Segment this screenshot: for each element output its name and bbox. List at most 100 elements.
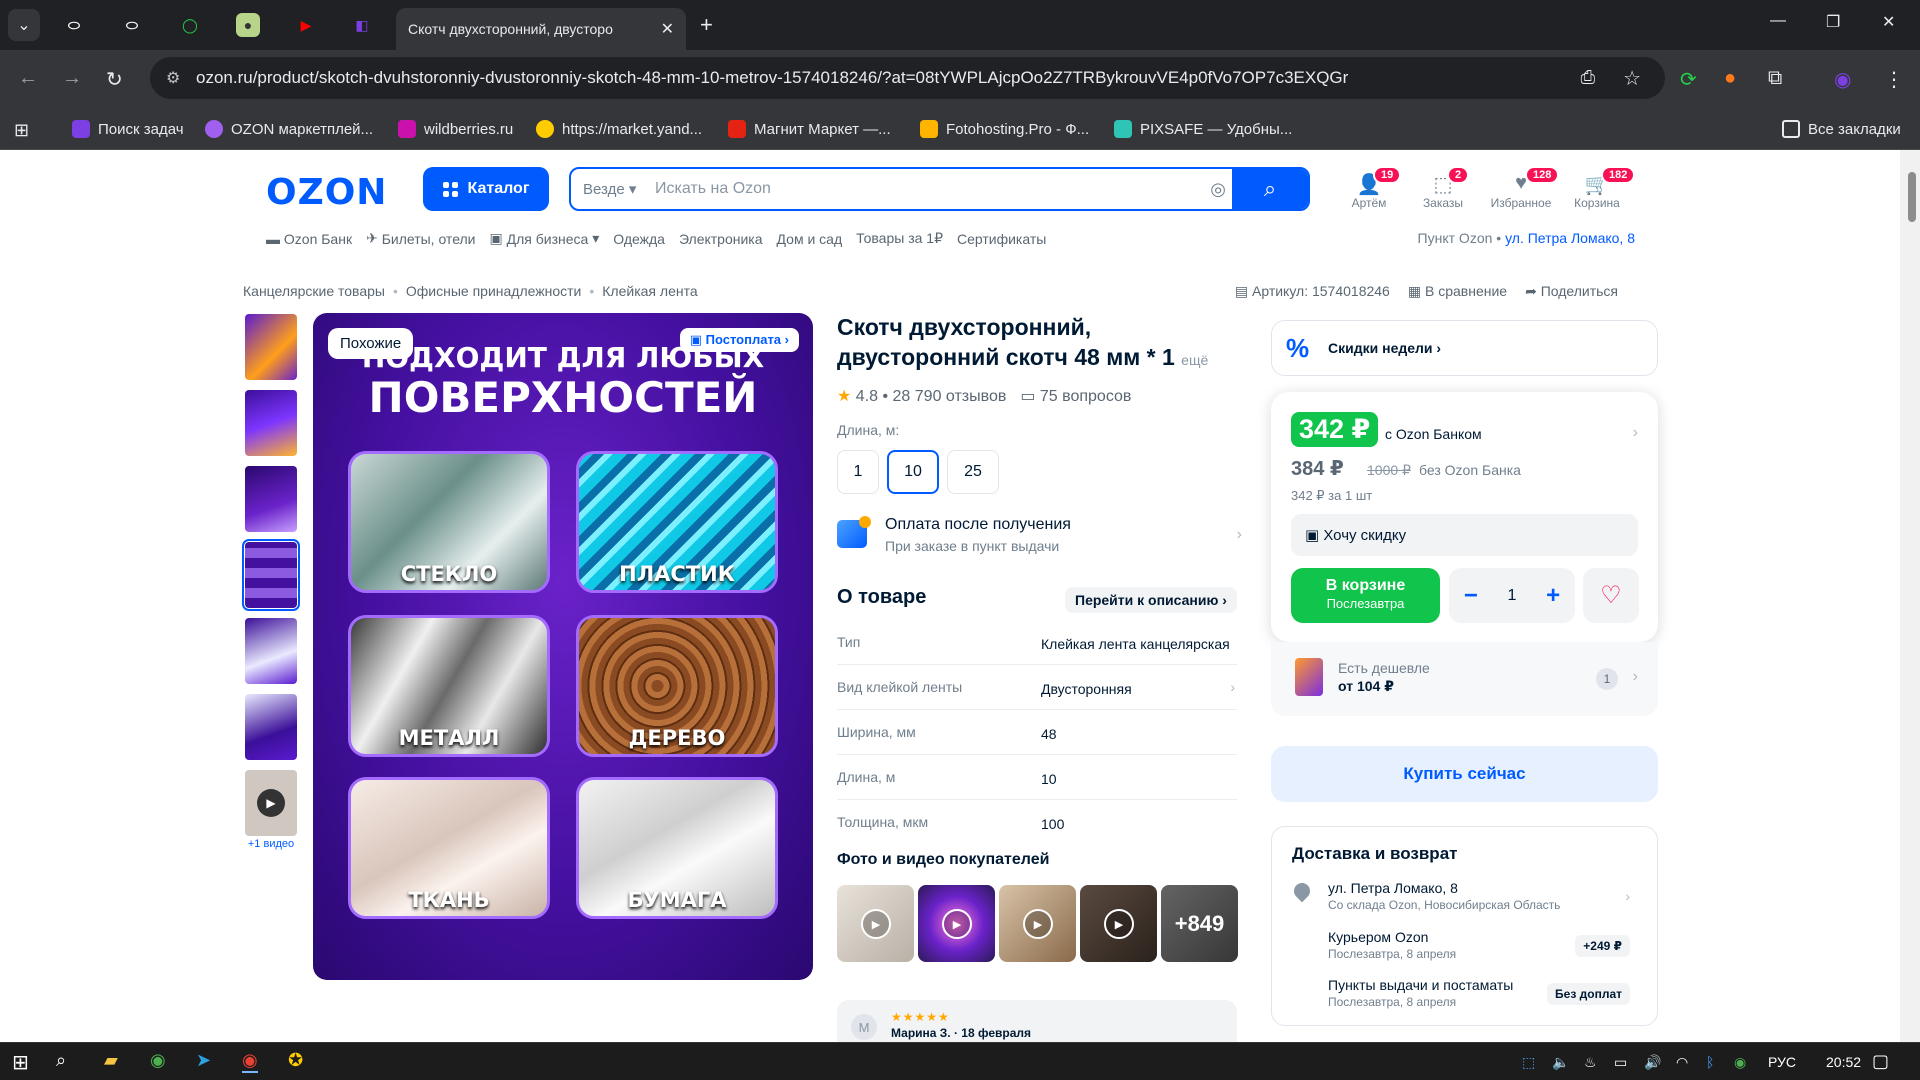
more-photos[interactable]: +849 bbox=[1161, 885, 1238, 962]
questions-link[interactable]: ▭ 75 вопросов bbox=[1020, 386, 1131, 406]
thumbnail[interactable] bbox=[245, 694, 297, 760]
header-orders[interactable]: ⬚ 2 Заказы bbox=[1403, 166, 1483, 210]
length-option[interactable]: 1 bbox=[837, 450, 879, 494]
telegram-icon[interactable]: ➤ bbox=[196, 1050, 211, 1071]
site-info-icon[interactable]: ⚙ bbox=[166, 68, 180, 88]
tray-app-icon[interactable]: ⬚ bbox=[1522, 1054, 1535, 1071]
tray-bluetooth-icon[interactable]: ᛒ bbox=[1706, 1054, 1714, 1070]
favorite-button[interactable]: ♡ bbox=[1583, 568, 1639, 623]
extension-2-icon[interactable]: ● bbox=[1724, 67, 1736, 90]
tray-volume-icon[interactable]: 🔊 bbox=[1644, 1054, 1661, 1071]
install-app-icon[interactable]: ⎙ bbox=[1581, 67, 1595, 88]
delivery-address[interactable]: ул. Петра Ломако, 8 Со склада Ozon, Новос… bbox=[1328, 880, 1638, 912]
share-button[interactable]: ➦ Поделиться bbox=[1525, 283, 1618, 300]
pinned-tab-3[interactable]: ◯ bbox=[178, 13, 202, 37]
reload-icon[interactable]: ↻ bbox=[106, 67, 123, 92]
spec-row[interactable]: Вид клейкой ленты Двусторонняя › bbox=[837, 665, 1237, 710]
page-scrollbar[interactable] bbox=[1900, 150, 1920, 1042]
clock[interactable]: 20:52 bbox=[1826, 1054, 1861, 1070]
article-number[interactable]: ▤ Артикул: 1574018246 bbox=[1235, 283, 1390, 300]
language-indicator[interactable]: РУС bbox=[1768, 1054, 1796, 1070]
subnav-home[interactable]: Дом и сад bbox=[777, 230, 843, 247]
thumbnail[interactable] bbox=[245, 390, 297, 456]
bookmark-3[interactable]: https://market.yand... bbox=[536, 120, 702, 138]
subnav-business[interactable]: ▣ Для бизнеса ▾ bbox=[490, 230, 600, 247]
breadcrumb-item[interactable]: Офисные принадлежности bbox=[406, 283, 582, 299]
subnav-ozon-bank[interactable]: ▬ Ozon Банк bbox=[266, 230, 352, 247]
pinned-tab-1[interactable]: ⬭ bbox=[62, 13, 86, 37]
back-icon[interactable]: ← bbox=[18, 67, 38, 90]
tray-steam-icon[interactable]: ♨ bbox=[1584, 1054, 1597, 1071]
main-product-image[interactable]: ПОДХОДИТ ДЛЯ ЛЮБЫХ ПОВЕРХНОСТЕЙ Похожие … bbox=[313, 313, 813, 980]
tray-wifi-icon[interactable]: ◠ bbox=[1676, 1054, 1688, 1071]
subnav-clothes[interactable]: Одежда bbox=[613, 230, 665, 247]
want-discount-button[interactable]: ▣ Хочу скидку bbox=[1291, 514, 1638, 556]
search-icon[interactable]: ⌕ bbox=[56, 1050, 66, 1071]
week-discounts[interactable]: % Скидки недели › bbox=[1271, 320, 1658, 376]
length-option[interactable]: 25 bbox=[947, 450, 999, 494]
search-scope-dropdown[interactable]: Везде ▾ bbox=[571, 169, 646, 209]
ozon-logo[interactable]: OZON bbox=[266, 172, 387, 213]
close-tab-icon[interactable]: ✕ bbox=[661, 19, 674, 39]
more-video-link[interactable]: +1 видео bbox=[243, 838, 299, 850]
all-bookmarks[interactable]: Все закладки bbox=[1782, 120, 1901, 138]
tray-speaker-icon[interactable]: 🔈 bbox=[1552, 1054, 1569, 1071]
url-field[interactable]: ⚙ ozon.ru/product/skotch-dvuhstoronniy-d… bbox=[150, 57, 1665, 99]
bookmark-4[interactable]: Магнит Маркет —... bbox=[728, 120, 891, 138]
breadcrumb-item[interactable]: Канцелярские товары bbox=[243, 283, 385, 299]
search-button[interactable]: ⌕ bbox=[1232, 169, 1308, 209]
tab-search-button[interactable]: ⌄ bbox=[8, 9, 40, 41]
bookmark-5[interactable]: Fotohosting.Pro - Ф... bbox=[920, 120, 1089, 138]
catalog-button[interactable]: Каталог bbox=[423, 167, 549, 211]
pinned-tab-6[interactable]: ◧ bbox=[350, 13, 374, 37]
pinned-tab-youtube[interactable]: ▶ bbox=[294, 13, 318, 37]
search-input[interactable]: Искать на Ozon bbox=[655, 180, 771, 198]
delivery-pickup-points[interactable]: Пункты выдачи и постаматы Послезавтра, 8 … bbox=[1328, 977, 1638, 1009]
customer-video[interactable]: ▶ bbox=[837, 885, 914, 962]
minus-button[interactable]: − bbox=[1464, 582, 1478, 610]
tray-battery-icon[interactable]: ▭ bbox=[1614, 1054, 1627, 1071]
delivery-courier[interactable]: Курьером Ozon Послезавтра, 8 апреля +249 ₽ bbox=[1328, 929, 1638, 961]
apps-grid-icon[interactable]: ⊞ bbox=[14, 120, 29, 141]
compare-button[interactable]: ▦ В сравнение bbox=[1408, 283, 1507, 300]
close-window-button[interactable]: ✕ bbox=[1882, 12, 1895, 32]
breadcrumb-item[interactable]: Клейкая лента bbox=[602, 283, 697, 299]
thumbnail-selected[interactable] bbox=[242, 539, 300, 611]
bookmark-1[interactable]: OZON маркетплей... bbox=[205, 120, 373, 138]
new-tab-button[interactable]: + bbox=[700, 12, 713, 38]
header-profile[interactable]: 👤 19 Артём bbox=[1329, 166, 1409, 210]
subnav-electronics[interactable]: Электроника bbox=[679, 230, 763, 247]
app-icon[interactable]: ✪ bbox=[288, 1050, 303, 1071]
camera-search-icon[interactable]: ◎ bbox=[1210, 179, 1226, 200]
header-cart[interactable]: 🛒 182 Корзина bbox=[1557, 166, 1637, 210]
active-tab[interactable]: Скотч двухсторонний, двусторо ✕ bbox=[396, 8, 726, 202]
windows-start-icon[interactable]: ⊞ bbox=[12, 1050, 29, 1075]
pinned-tab-2[interactable]: ⬭ bbox=[120, 13, 144, 37]
length-option-selected[interactable]: 10 bbox=[887, 450, 939, 494]
thumbnail[interactable] bbox=[245, 466, 297, 532]
subnav-tickets[interactable]: ✈ Билеты, отели bbox=[366, 230, 475, 247]
postpay-badge[interactable]: ▣ Постоплата › bbox=[679, 328, 799, 352]
thumbnail[interactable] bbox=[245, 618, 297, 684]
forward-icon[interactable]: → bbox=[62, 67, 82, 90]
thumbnail[interactable] bbox=[245, 314, 297, 380]
subnav-certificates[interactable]: Сертификаты bbox=[957, 230, 1046, 247]
bookmark-0[interactable]: Поиск задач bbox=[72, 120, 184, 138]
file-explorer-icon[interactable]: ▰ bbox=[104, 1050, 118, 1071]
cheaper-offers[interactable]: Есть дешевле от 104 ₽ 1 › bbox=[1271, 642, 1658, 716]
restore-button[interactable]: ❐ bbox=[1826, 12, 1840, 32]
pickup-point[interactable]: Пункт Ozon • ул. Петра Ломако, 8 bbox=[1418, 230, 1635, 246]
video-thumbnail[interactable]: ▶ bbox=[245, 770, 297, 836]
customer-video[interactable]: ▶ bbox=[918, 885, 995, 962]
in-cart-button[interactable]: В корзине Послезавтра bbox=[1291, 568, 1440, 623]
customer-video[interactable]: ▶ bbox=[1080, 885, 1157, 962]
notifications-icon[interactable]: ▢ bbox=[1872, 1051, 1889, 1072]
menu-kebab-icon[interactable]: ⋮ bbox=[1884, 67, 1904, 92]
similar-button[interactable]: Похожие bbox=[328, 328, 414, 359]
title-more-link[interactable]: ещё bbox=[1181, 352, 1208, 368]
profile-avatar-icon[interactable]: ◉ bbox=[1834, 67, 1851, 92]
customer-video[interactable]: ▶ bbox=[999, 885, 1076, 962]
rating-link[interactable]: ★ 4.8 • 28 790 отзывов bbox=[837, 386, 1006, 406]
header-favorites[interactable]: ♥ 128 Избранное bbox=[1481, 166, 1561, 210]
buy-now-button[interactable]: Купить сейчас bbox=[1271, 746, 1658, 802]
